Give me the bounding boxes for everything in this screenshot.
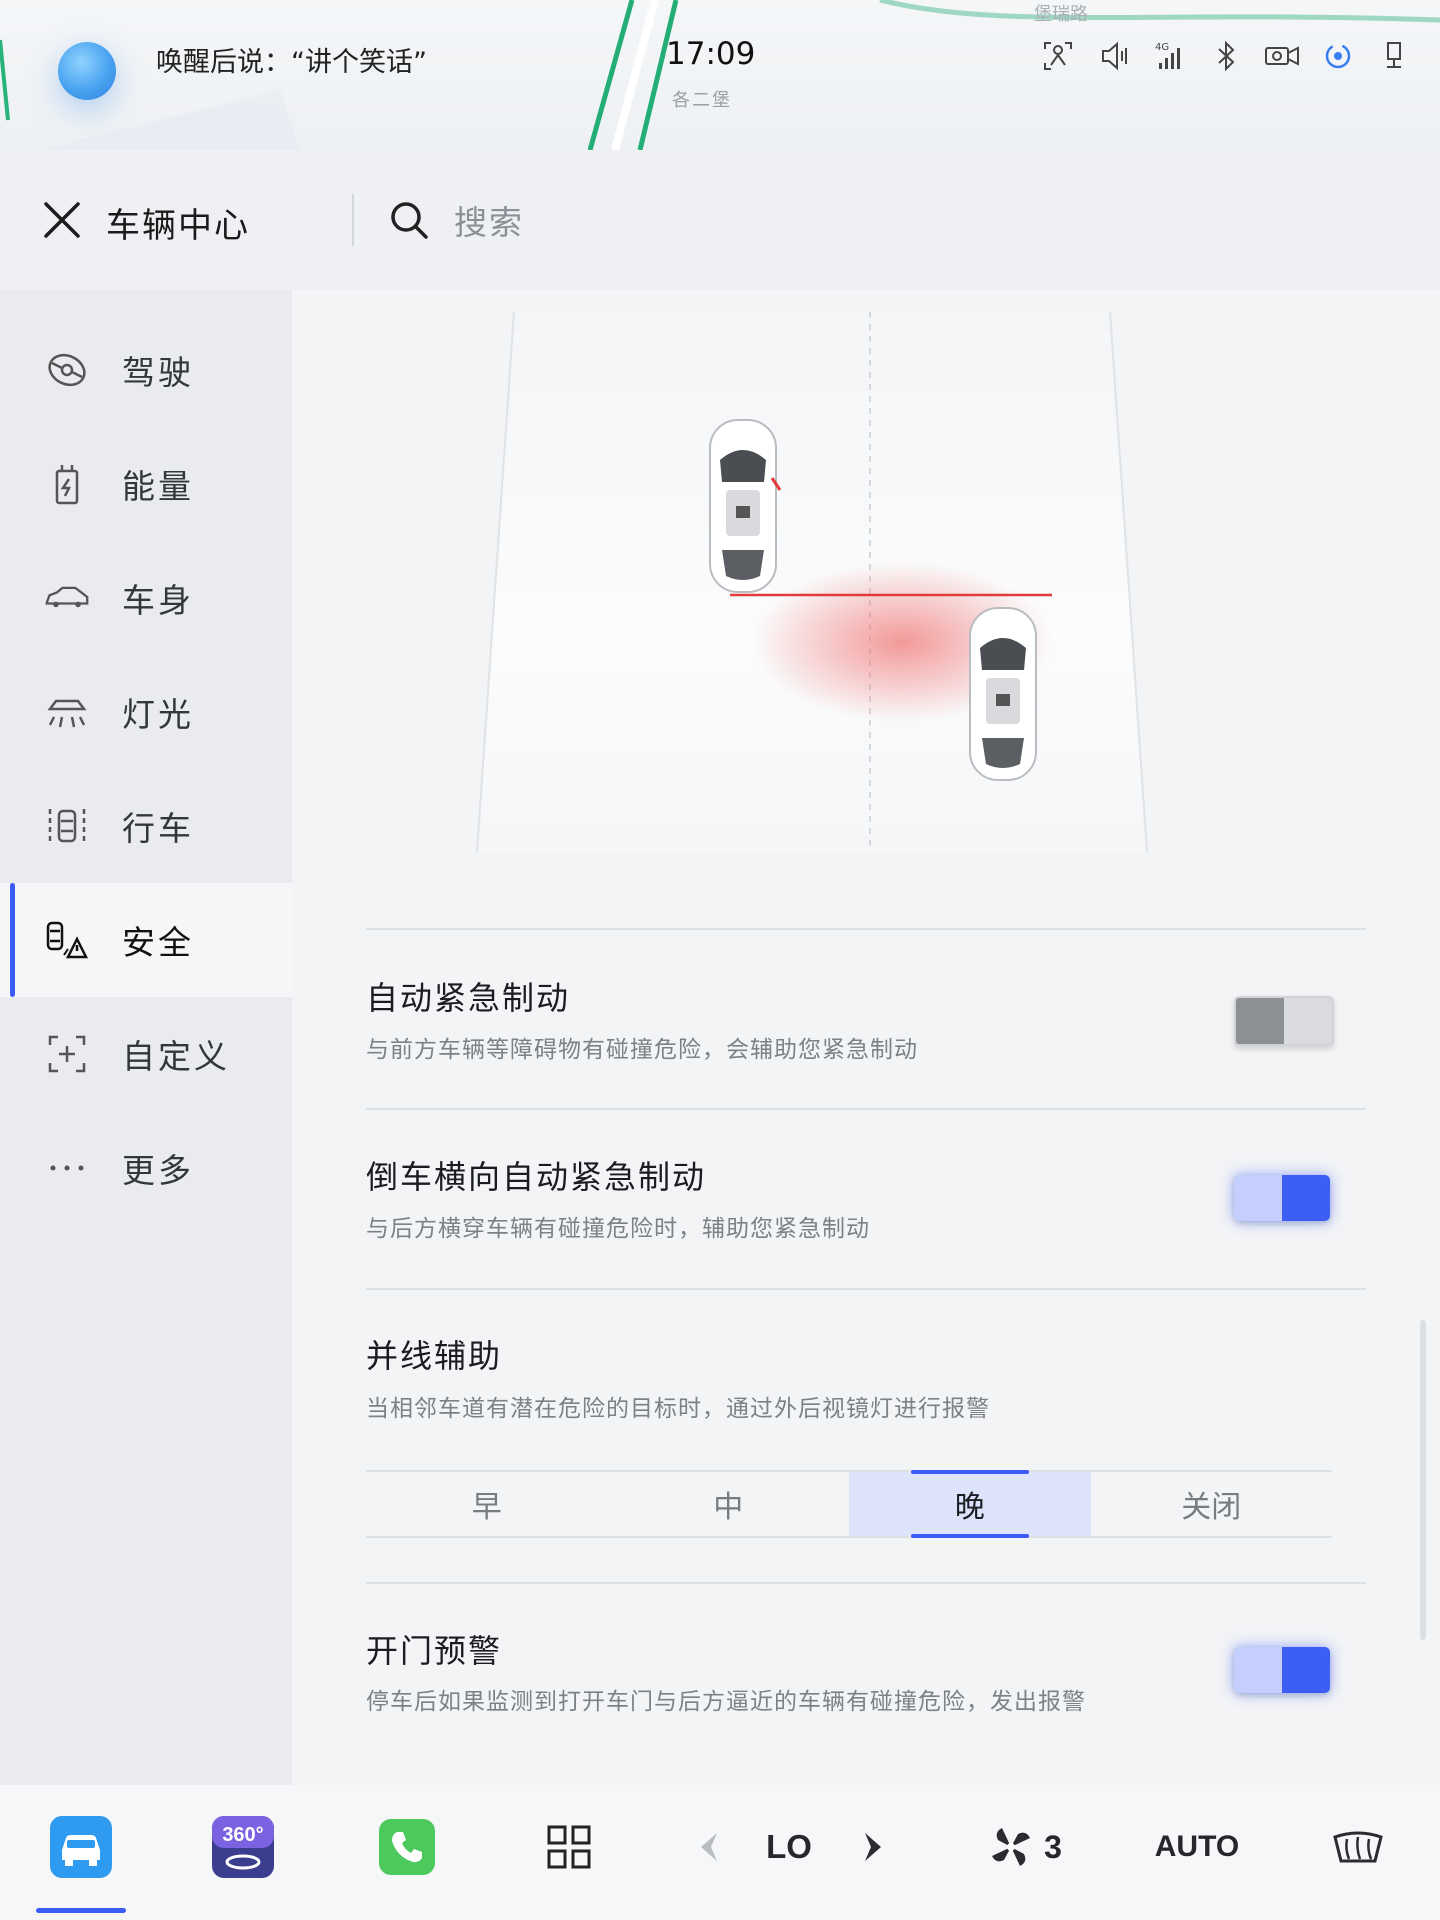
door-warning-description: 停车后如果监测到打开车门与后方逼近的车辆有碰撞危险，发出报警 <box>366 1689 1086 1715</box>
bottom-dock: 360° LO 3 AUTO <box>0 1785 1440 1920</box>
scrollbar[interactable] <box>1420 1320 1426 1640</box>
phone-button[interactable] <box>376 1815 438 1879</box>
current-road: 各二堡 <box>672 90 732 111</box>
divider <box>366 928 1366 930</box>
sidebar-item-label: 车身 <box>122 581 194 620</box>
option-medium[interactable]: 中 <box>608 1472 850 1536</box>
aeb-title: 自动紧急制动 <box>366 979 571 1017</box>
search-input[interactable]: 搜索 <box>388 190 888 250</box>
sidebar-item-label: 行车 <box>122 809 194 848</box>
sidebar-item-label: 安全 <box>122 923 194 962</box>
header-divider <box>352 194 354 246</box>
rcta-toggle[interactable] <box>1234 1175 1330 1221</box>
sidebar-item-driving[interactable]: 驾驶 <box>0 313 292 427</box>
crossing-car <box>969 607 1037 781</box>
steering-wheel-icon <box>44 347 90 393</box>
camera-360-icon: 360° <box>212 1816 274 1878</box>
page-title: 车辆中心 <box>106 206 250 246</box>
dashcam-icon <box>1262 38 1302 74</box>
sidebar-item-lights[interactable]: 灯光 <box>0 655 292 769</box>
search-placeholder: 搜索 <box>454 203 524 242</box>
aeb-toggle[interactable] <box>1234 996 1334 1046</box>
lane-assist-title: 并线辅助 <box>366 1337 503 1375</box>
sidebar: 驾驶 能量 车身 灯光 行车 安全 自定义 更多 <box>0 290 292 1785</box>
status-bar: 唤醒后说：“讲个笑话” 17:09 各二堡 堡瑞路 4G <box>0 0 1440 150</box>
sidebar-item-label: 能量 <box>122 467 194 506</box>
map-road-label: 堡瑞路 <box>1034 4 1088 25</box>
hotspot-icon <box>1318 38 1358 74</box>
option-late[interactable]: 晚 <box>849 1472 1091 1536</box>
fan-icon <box>992 1828 1030 1866</box>
clock: 17:09 <box>666 36 756 72</box>
rcta-description: 与后方横穿车辆有碰撞危险时，辅助您紧急制动 <box>366 1216 870 1242</box>
apps-grid-button[interactable] <box>538 1815 600 1879</box>
divider <box>366 1288 1366 1290</box>
rcta-illustration <box>476 312 1148 853</box>
temp-increase-button[interactable] <box>858 1815 888 1879</box>
lane-assist-description: 当相邻车道有潜在危险的目标时，通过外后视镜灯进行报警 <box>366 1396 990 1422</box>
ego-car <box>709 419 782 593</box>
lane-icon <box>44 803 90 849</box>
vehicle-center-button[interactable] <box>50 1815 112 1879</box>
dock-active-indicator <box>36 1908 126 1913</box>
door-warning-title: 开门预警 <box>366 1632 503 1670</box>
temp-increase-icon <box>865 1833 881 1861</box>
signal-label: 4G <box>1155 42 1169 53</box>
option-early[interactable]: 早 <box>366 1472 608 1536</box>
status-icons: 4G <box>1038 38 1414 74</box>
door-warning-toggle[interactable] <box>1234 1647 1330 1693</box>
phone-icon <box>379 1819 435 1875</box>
voice-assistant-orb[interactable] <box>58 42 116 100</box>
sidebar-item-label: 驾驶 <box>122 353 194 392</box>
sidebar-item-body[interactable]: 车身 <box>0 541 292 655</box>
vehicle-center-icon <box>50 1816 112 1878</box>
fan-speed-value: 3 <box>1044 1828 1062 1865</box>
sidebar-item-label: 自定义 <box>122 1037 230 1076</box>
rear-defrost-icon <box>1333 1831 1383 1863</box>
close-button[interactable] <box>38 196 86 244</box>
sidebar-item-custom[interactable]: 自定义 <box>0 997 292 1111</box>
temperature-value: LO <box>766 1828 812 1865</box>
camera-360-label: 360° <box>222 1824 263 1846</box>
bluetooth-icon <box>1206 38 1246 74</box>
headlight-icon <box>44 689 90 735</box>
volume-icon[interactable] <box>1094 38 1134 74</box>
camera-360-button[interactable]: 360° <box>212 1815 274 1879</box>
search-icon <box>391 202 428 239</box>
sidebar-item-safety[interactable]: 安全 <box>0 883 292 997</box>
battery-charge-icon <box>44 461 90 507</box>
lane-assist-sensitivity-selector: 早 中 晚 关闭 <box>366 1470 1332 1538</box>
close-icon <box>44 202 80 238</box>
signal-4g-icon: 4G <box>1150 38 1190 74</box>
usb-icon <box>1374 38 1414 74</box>
rcta-title: 倒车横向自动紧急制动 <box>366 1158 707 1196</box>
fan-button[interactable] <box>986 1815 1036 1879</box>
aeb-description: 与前方车辆等障碍物有碰撞危险，会辅助您紧急制动 <box>366 1037 918 1063</box>
temp-decrease-icon <box>701 1833 717 1861</box>
divider <box>366 1108 1366 1110</box>
voice-hint-text: 唤醒后说：“讲个笑话” <box>156 47 427 78</box>
climate-auto-button[interactable]: AUTO <box>1150 1815 1244 1879</box>
more-dots-icon <box>44 1145 90 1191</box>
sidebar-item-driving-assist[interactable]: 行车 <box>0 769 292 883</box>
car-warning-icon <box>44 917 90 963</box>
header: 车辆中心 搜索 <box>0 150 1440 290</box>
custom-add-icon <box>44 1031 90 1077</box>
sidebar-item-label: 更多 <box>122 1151 194 1190</box>
option-off[interactable]: 关闭 <box>1091 1472 1333 1536</box>
driver-monitor-icon <box>1038 38 1078 74</box>
settings-panel: 自动紧急制动 与前方车辆等障碍物有碰撞危险，会辅助您紧急制动 倒车横向自动紧急制… <box>292 290 1440 1785</box>
sidebar-item-more[interactable]: 更多 <box>0 1111 292 1225</box>
apps-grid-icon <box>547 1825 591 1869</box>
sidebar-item-label: 灯光 <box>122 695 194 734</box>
car-body-icon <box>44 575 90 621</box>
divider <box>366 1582 1366 1584</box>
sidebar-item-energy[interactable]: 能量 <box>0 427 292 541</box>
temp-decrease-button[interactable] <box>694 1815 724 1879</box>
rear-defrost-button[interactable] <box>1330 1815 1386 1879</box>
